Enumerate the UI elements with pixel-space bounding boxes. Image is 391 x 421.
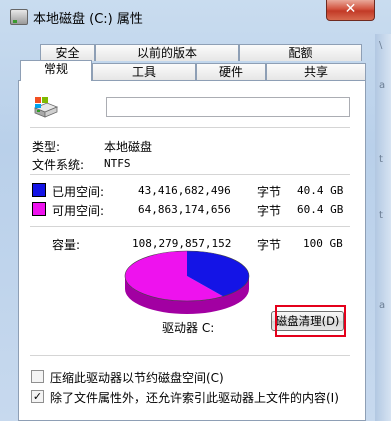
compress-label[interactable]: 压缩此驱动器以节约磁盘空间(C) [50,369,224,386]
drive-icon-small [10,9,28,25]
free-space-size: 60.4 GB [297,203,344,216]
type-value: 本地磁盘 [104,140,153,154]
tab-quota[interactable]: 配额 [239,44,362,61]
window-title: 本地磁盘 (C:) 属性 [33,12,143,27]
free-space-swatch [32,202,46,216]
type-label: 类型: [32,140,61,154]
used-space-label: 已用空间: [52,185,105,199]
used-space-unit: 字节 [257,185,282,199]
hard-drive-icon [33,97,59,118]
volume-label-input[interactable] [106,97,350,117]
background-window-edge: \ a t t a [375,34,391,421]
edge-char: \ [379,40,383,51]
tab-previous-versions[interactable]: 以前的版本 [95,44,239,61]
free-space-unit: 字节 [257,204,282,218]
capacity-size: 100 GB [303,237,343,250]
index-checkbox[interactable]: ✓ [31,390,44,403]
index-label[interactable]: 除了文件属性外，还允许索引此驱动器上文件的内容(I) [50,389,339,406]
tab-security[interactable]: 安全 [40,44,95,61]
free-space-label: 可用空间: [52,204,105,218]
title-bar: 本地磁盘 (C:) 属性 ✕ [0,0,391,34]
used-space-bytes: 43,416,682,496 [138,184,231,197]
separator [30,355,350,356]
edge-char: t [379,154,383,165]
compress-checkbox[interactable] [31,370,44,383]
highlight-annotation [275,305,346,337]
separator [30,226,350,227]
drive-letter-label: 驱动器 C: [162,321,215,335]
capacity-bytes: 108,279,857,152 [132,237,232,250]
used-space-swatch [32,183,46,197]
tab-general[interactable]: 常规 [20,60,92,81]
edge-char: t [379,210,383,221]
close-button[interactable]: ✕ [326,0,375,21]
tab-hardware[interactable]: 硬件 [196,63,266,80]
disk-usage-pie [124,250,250,314]
properties-window: 本地磁盘 (C:) 属性 ✕ \ a t t a 安全 以前的版本 配额 常规 … [0,0,391,421]
edge-char: a [379,300,386,311]
capacity-unit: 字节 [257,238,282,252]
separator [30,174,350,175]
tab-tools[interactable]: 工具 [92,63,196,80]
edge-char: a [379,80,386,91]
used-space-size: 40.4 GB [297,184,344,197]
free-space-bytes: 64,863,174,656 [138,203,231,216]
filesystem-label: 文件系统: [32,158,85,172]
filesystem-value: NTFS [104,157,131,170]
capacity-label: 容量: [52,238,81,252]
separator [30,127,350,128]
tab-sharing[interactable]: 共享 [266,63,366,80]
